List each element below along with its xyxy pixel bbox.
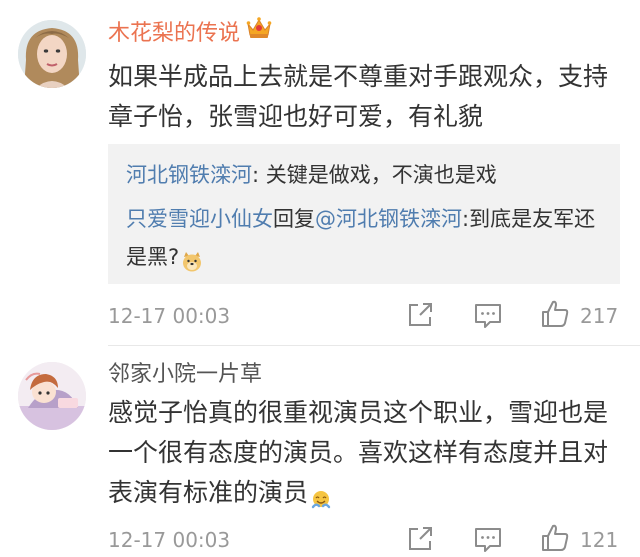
reply-separator: : xyxy=(252,163,266,187)
like-icon[interactable] xyxy=(540,523,570,553)
doge-emoji-icon xyxy=(181,247,203,272)
comment-text: 如果半成品上去就是不尊重对手跟观众，支持章子怡，张雪迎也好可爱，有礼貌 xyxy=(108,62,609,131)
reply-text: 关键是做戏，不演也是戏 xyxy=(265,163,497,187)
reply-box[interactable]: 河北钢铁滦河: 关键是做戏，不演也是戏 只爱雪迎小仙女回复@河北钢铁滦河:到底是… xyxy=(108,144,620,284)
reply-username[interactable]: 只爱雪迎小仙女 xyxy=(126,207,273,231)
reply-item: 只爱雪迎小仙女回复@河北钢铁滦河:到底是友军还是黑? xyxy=(126,200,606,276)
like-count: 217 xyxy=(580,304,619,328)
avatar[interactable] xyxy=(18,362,86,430)
comment-icon[interactable] xyxy=(474,527,502,553)
comment-item: 邻家小院一片草 感觉子怡真的很重视演员这个职业，雪迎也是一个很有态度的演员。喜欢… xyxy=(0,346,640,557)
reply-item: 河北钢铁滦河: 关键是做戏，不演也是戏 xyxy=(126,156,606,194)
comment-footer: 12-17 00:03 121 xyxy=(108,523,620,557)
username[interactable]: 木花梨的传说 xyxy=(108,16,272,49)
username[interactable]: 邻家小院一片草 xyxy=(108,360,262,390)
like-count: 121 xyxy=(580,528,619,552)
reply-word: 回复 xyxy=(273,207,315,231)
avatar[interactable] xyxy=(18,20,86,88)
like-icon[interactable] xyxy=(540,299,570,329)
share-icon[interactable] xyxy=(406,525,434,553)
comment-text-content: 感觉子怡真的很重视演员这个职业，雪迎也是一个很有态度的演员。喜欢这样有态度并且对… xyxy=(108,398,609,507)
share-icon[interactable] xyxy=(406,301,434,329)
timestamp: 12-17 00:03 xyxy=(108,528,231,552)
reply-username[interactable]: 河北钢铁滦河 xyxy=(126,163,252,187)
smile-emoji-icon xyxy=(310,483,332,509)
comment-icon[interactable] xyxy=(474,303,502,329)
crown-icon xyxy=(246,15,272,48)
comment-text: 感觉子怡真的很重视演员这个职业，雪迎也是一个很有态度的演员。喜欢这样有态度并且对… xyxy=(108,393,620,513)
timestamp: 12-17 00:03 xyxy=(108,304,231,328)
mention-link[interactable]: @河北钢铁滦河 xyxy=(315,207,462,231)
comment-item: 木花梨的传说 如果半成品上去就是不尊重对手跟观众，支持章子怡，张雪迎也好可爱，有… xyxy=(0,0,640,345)
comment-footer: 12-17 00:03 217 xyxy=(108,299,620,333)
